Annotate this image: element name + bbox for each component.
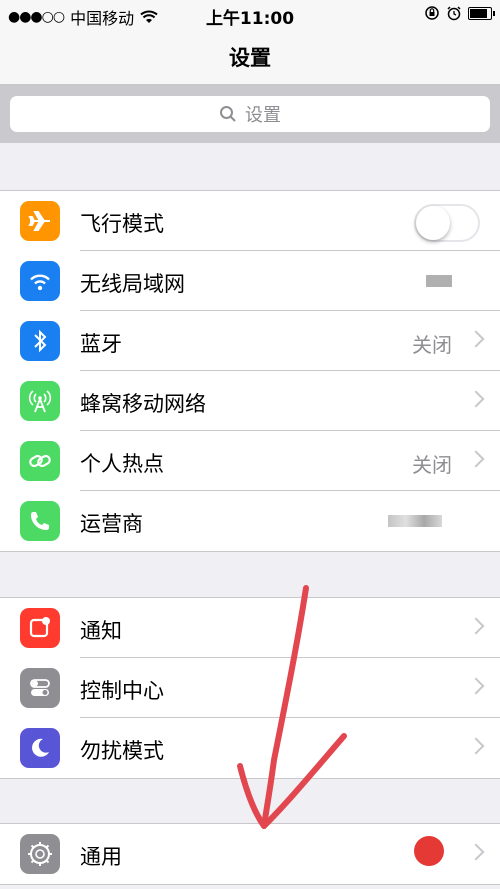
- page-title: 设置: [229, 46, 271, 70]
- row-label: 通知: [80, 619, 122, 643]
- redacted-value: [426, 275, 452, 287]
- control-center-icon: [20, 668, 60, 708]
- chevron-right-icon: [467, 450, 485, 468]
- row-wifi[interactable]: 无线局域网: [0, 251, 500, 311]
- chevron-right-icon: [467, 390, 485, 408]
- moon-icon: [20, 728, 60, 768]
- row-label: 通用: [80, 845, 122, 869]
- airplane-icon: [20, 201, 60, 241]
- chevron-right-icon: [467, 330, 485, 348]
- row-do-not-disturb[interactable]: 勿扰模式: [0, 718, 500, 778]
- search-placeholder: 设置: [245, 105, 281, 126]
- row-bluetooth[interactable]: 蓝牙 关闭: [0, 311, 500, 371]
- airplane-mode-toggle[interactable]: [414, 204, 480, 242]
- chevron-right-icon: [467, 677, 485, 695]
- row-label: 运营商: [80, 512, 143, 536]
- phone-icon: [20, 501, 60, 541]
- rotation-lock-icon: [425, 6, 439, 20]
- row-control-center[interactable]: 控制中心: [0, 658, 500, 718]
- alarm-icon: [447, 6, 461, 21]
- row-value: 关闭: [412, 333, 452, 357]
- notifications-icon: [20, 608, 60, 648]
- row-airplane-mode[interactable]: 飞行模式: [0, 191, 500, 251]
- toggle-knob: [416, 206, 450, 240]
- search-input[interactable]: 设置: [10, 96, 490, 132]
- row-notifications[interactable]: 通知: [0, 598, 500, 658]
- watermark-logo-icon: [414, 836, 444, 866]
- settings-group-connectivity: 飞行模式 无线局域网 蓝牙 关闭 蜂窝移动网络 个人热点 关闭 运营商: [0, 190, 500, 552]
- row-label: 蓝牙: [80, 332, 122, 356]
- search-area: 设置: [0, 85, 500, 143]
- redacted-value: [388, 515, 442, 527]
- navigation-bar: 设置: [0, 30, 500, 85]
- cellular-antenna-icon: [20, 381, 60, 421]
- chevron-right-icon: [467, 737, 485, 755]
- wifi-icon: [20, 261, 60, 301]
- row-label: 蜂窝移动网络: [80, 392, 206, 416]
- gear-icon: [20, 834, 60, 874]
- search-icon: [220, 106, 236, 122]
- row-label: 控制中心: [80, 679, 164, 703]
- status-bar: ●●●○○ 中国移动 上午11:00: [0, 0, 500, 30]
- row-label: 飞行模式: [80, 212, 164, 236]
- settings-group-notifications: 通知 控制中心 勿扰模式: [0, 597, 500, 779]
- row-value: 关闭: [412, 453, 452, 477]
- bluetooth-icon: [20, 321, 60, 361]
- row-carrier[interactable]: 运营商: [0, 491, 500, 551]
- battery-icon: [468, 6, 495, 20]
- hotspot-link-icon: [20, 441, 60, 481]
- chevron-right-icon: [467, 617, 485, 635]
- row-label: 勿扰模式: [80, 739, 164, 763]
- row-label: 个人热点: [80, 452, 164, 476]
- row-personal-hotspot[interactable]: 个人热点 关闭: [0, 431, 500, 491]
- row-label: 无线局域网: [80, 272, 185, 296]
- chevron-right-icon: [467, 843, 485, 861]
- row-cellular[interactable]: 蜂窝移动网络: [0, 371, 500, 431]
